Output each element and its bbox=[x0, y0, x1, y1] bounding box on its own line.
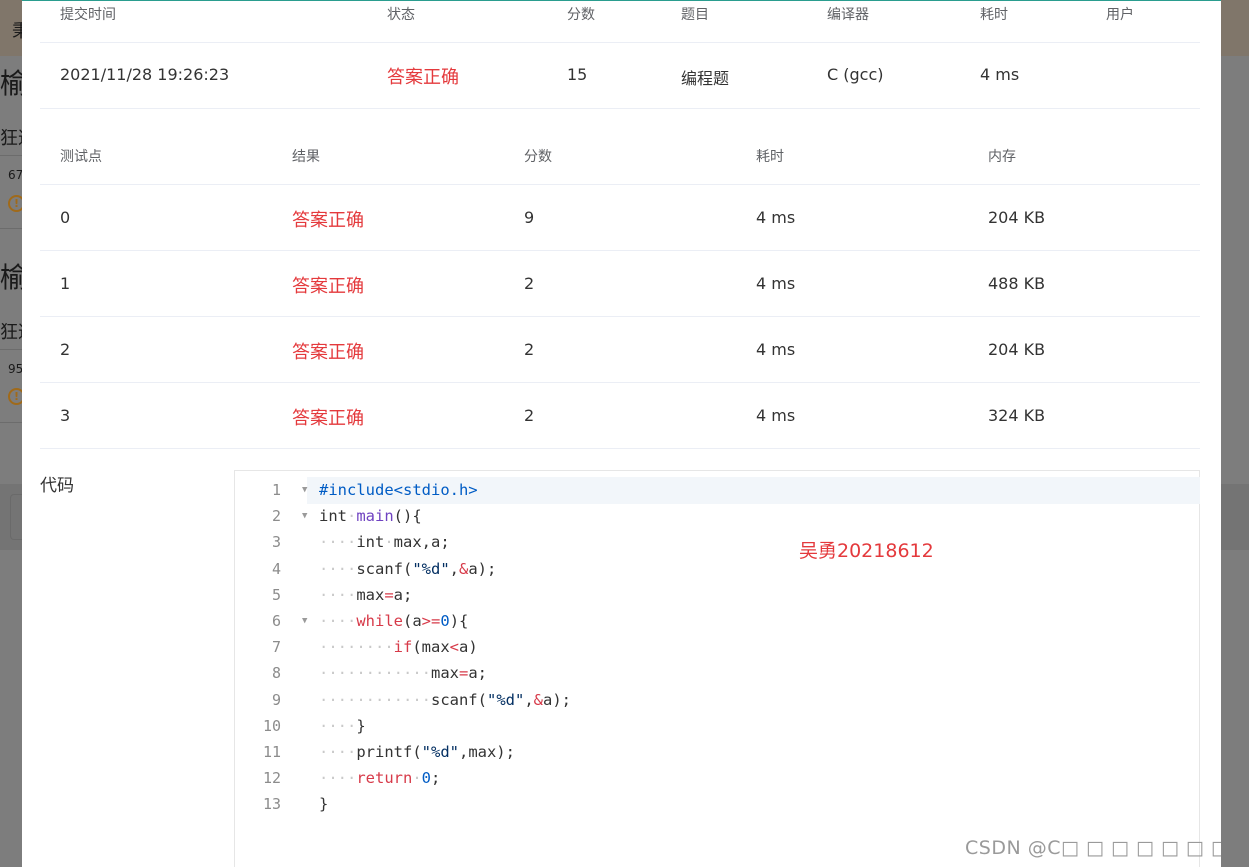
test-memory: 488 KB bbox=[988, 274, 1046, 293]
test-time: 4 ms bbox=[756, 274, 796, 293]
code-line: int·main(){ bbox=[319, 507, 422, 526]
code-line: ····while(a>=0){ bbox=[319, 611, 469, 630]
test-id: 3 bbox=[60, 406, 71, 425]
test-time: 4 ms bbox=[756, 340, 796, 359]
bg-fragment: 95 bbox=[8, 362, 24, 376]
header-test-id: 测试点 bbox=[60, 149, 102, 165]
line-number: 12 bbox=[262, 769, 281, 788]
code-line: ············max=a; bbox=[319, 664, 487, 683]
code-line: #include<stdio.h> bbox=[319, 481, 478, 499]
line-number: 10 bbox=[262, 716, 281, 735]
fold-arrow-icon[interactable]: ▼ bbox=[302, 608, 307, 634]
line-number: 9 bbox=[271, 690, 281, 709]
line-number: 2 ▼ bbox=[235, 503, 307, 529]
test-result: 答案正确 bbox=[292, 408, 364, 429]
test-id: 0 bbox=[60, 208, 71, 227]
submission-detail-modal: 提交时间 状态 分数 题目 编译器 耗时 用户 2021/11/28 19:26… bbox=[22, 0, 1221, 867]
header-time: 耗时 bbox=[980, 7, 1008, 23]
test-result: 答案正确 bbox=[292, 342, 364, 363]
header-status: 状态 bbox=[387, 7, 415, 23]
test-memory: 204 KB bbox=[988, 208, 1046, 227]
test-score: 2 bbox=[524, 406, 535, 425]
csdn-watermark: CSDN @C□ □ □ □ □ □ □ s□.194 bbox=[965, 837, 1221, 859]
test-score: 2 bbox=[524, 274, 535, 293]
test-memory: 204 KB bbox=[988, 340, 1046, 359]
table-row: 1 答案正确 2 4 ms 488 KB bbox=[40, 251, 1200, 317]
table-row: 2 答案正确 2 4 ms 204 KB bbox=[40, 317, 1200, 383]
code-line: ············scanf("%d",&a); bbox=[319, 690, 571, 709]
problem-type[interactable]: 编程题 bbox=[681, 65, 729, 89]
header-score: 分数 bbox=[567, 7, 595, 23]
header-user: 用户 bbox=[1106, 7, 1134, 23]
table-row: 0 答案正确 9 4 ms 204 KB bbox=[40, 185, 1200, 251]
bg-divider bbox=[0, 349, 22, 350]
test-result: 答案正确 bbox=[292, 210, 364, 231]
header-memory: 内存 bbox=[988, 149, 1016, 165]
bg-divider bbox=[0, 155, 22, 156]
line-number: 11 bbox=[262, 742, 281, 761]
header-submit-time: 提交时间 bbox=[60, 7, 116, 23]
code-line: ····printf("%d",max); bbox=[319, 742, 515, 761]
fold-arrow-icon[interactable]: ▼ bbox=[302, 477, 307, 503]
code-viewer[interactable]: 1 ▼ 2 ▼ 3 4 5 6 ▼ 7 8 9 10 11 12 13 #includ… bbox=[234, 470, 1200, 867]
status-badge: 答案正确 bbox=[387, 67, 459, 88]
test-id: 1 bbox=[60, 274, 71, 293]
test-time: 4 ms bbox=[756, 208, 796, 227]
time-value: 4 ms bbox=[980, 65, 1020, 84]
line-number: 1 ▼ bbox=[235, 477, 307, 503]
test-score: 9 bbox=[524, 208, 535, 227]
code-line: ····} bbox=[319, 716, 366, 735]
code-line: ········if(max<a) bbox=[319, 638, 478, 657]
line-number: 13 bbox=[262, 795, 281, 814]
test-id: 2 bbox=[60, 340, 71, 359]
bg-divider bbox=[0, 422, 22, 423]
bg-divider bbox=[0, 228, 22, 229]
line-number: 6 ▼ bbox=[235, 608, 307, 634]
score-value: 15 bbox=[567, 65, 588, 84]
header-test-time: 耗时 bbox=[756, 149, 784, 165]
line-number: 8 bbox=[271, 664, 281, 683]
line-number: 3 bbox=[271, 533, 281, 552]
bg-fragment: 67 bbox=[8, 168, 24, 182]
code-line: ····int·max,a; bbox=[319, 533, 450, 552]
test-time: 4 ms bbox=[756, 406, 796, 425]
source-code[interactable]: #include<stdio.h> int·main(){ ····int·max,… bbox=[319, 477, 571, 817]
line-number: 7 bbox=[271, 638, 281, 657]
summary-header-row: 提交时间 状态 分数 题目 编译器 耗时 用户 bbox=[40, 1, 1200, 43]
code-line: ····scanf("%d",&a); bbox=[319, 559, 497, 578]
header-compiler: 编译器 bbox=[827, 7, 869, 23]
table-row: 3 答案正确 2 4 ms 324 KB bbox=[40, 383, 1200, 449]
code-line: ····return·0; bbox=[319, 769, 441, 788]
tests-header-row: 测试点 结果 分数 耗时 内存 bbox=[40, 109, 1200, 185]
summary-row: 2021/11/28 19:26:23 答案正确 15 编程题 C (gcc) … bbox=[40, 43, 1200, 109]
submit-time: 2021/11/28 19:26:23 bbox=[60, 65, 230, 84]
author-annotation: 吴勇20218612 bbox=[799, 540, 934, 562]
test-result: 答案正确 bbox=[292, 276, 364, 297]
header-test-score: 分数 bbox=[524, 149, 552, 165]
test-score: 2 bbox=[524, 340, 535, 359]
test-memory: 324 KB bbox=[988, 406, 1046, 425]
line-number: 5 bbox=[271, 585, 281, 604]
fold-arrow-icon[interactable]: ▼ bbox=[302, 503, 307, 529]
code-line: ····max=a; bbox=[319, 585, 413, 604]
line-number-gutter: 1 ▼ 2 ▼ 3 4 5 6 ▼ 7 8 9 10 11 12 13 bbox=[235, 477, 307, 817]
bg-band bbox=[1221, 484, 1249, 550]
header-result: 结果 bbox=[292, 149, 320, 165]
header-problem: 题目 bbox=[681, 7, 709, 23]
code-line: } bbox=[319, 795, 329, 814]
line-number: 4 bbox=[271, 559, 281, 578]
compiler-value: C (gcc) bbox=[827, 65, 884, 84]
code-label: 代码 bbox=[40, 476, 74, 496]
